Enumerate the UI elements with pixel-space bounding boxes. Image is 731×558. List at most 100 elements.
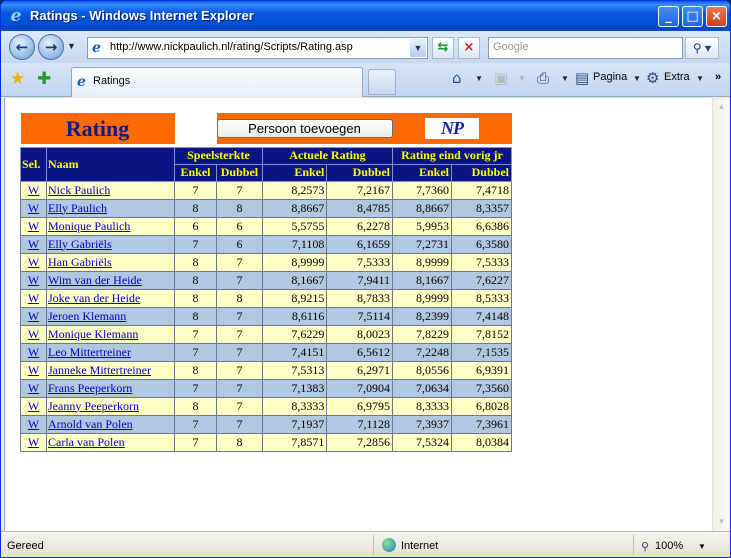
selection-link[interactable]: W: [28, 255, 39, 269]
browser-window: e Ratings - Windows Internet Explorer _ …: [0, 0, 731, 558]
address-dropdown[interactable]: ▼: [410, 39, 426, 57]
forward-button[interactable]: →: [38, 34, 64, 60]
scroll-down-icon[interactable]: ▼: [714, 514, 729, 529]
selection-link[interactable]: W: [28, 399, 39, 413]
selection-link[interactable]: W: [28, 309, 39, 323]
speelsterkte-enkel: 8: [174, 252, 217, 272]
player-name-link[interactable]: Nick Paulich: [48, 183, 110, 197]
actuele-rating-dubbel: 6,5612: [326, 342, 393, 362]
player-name-link[interactable]: Han Gabriëls: [48, 255, 112, 269]
player-name-link[interactable]: Jeanny Peeperkorn: [48, 399, 139, 413]
tools-menu[interactable]: Extra: [664, 71, 690, 83]
player-name-link[interactable]: Arnold van Polen: [48, 417, 133, 431]
back-button[interactable]: ←: [9, 34, 35, 60]
back-arrow-icon: ←: [15, 38, 29, 56]
zoom-dropdown[interactable]: ▼: [698, 542, 706, 551]
address-toolbar: ← → ▼ e http://www.nickpaulich.nl/rating…: [1, 31, 730, 63]
np-logo: NP: [425, 118, 479, 139]
minimize-button[interactable]: _: [658, 6, 679, 27]
zoom-icon: ⚲: [641, 541, 650, 553]
speelsterkte-enkel: 7: [174, 342, 217, 362]
ratings-table: Rating Persoon toevoegen NP Sel. Naam Sp…: [20, 113, 512, 452]
new-tab-button[interactable]: [368, 69, 396, 95]
header-sel: Sel.: [20, 146, 47, 182]
search-button[interactable]: ⚲ ▾: [685, 37, 719, 59]
table-row: W Leo Mittertreiner 7 7 7,4151 6,5612 7,2248 7,…: [20, 342, 512, 362]
table-body: W Nick Paulich 7 7 8,2573 7,2167 7,7360 7,4718 W…: [20, 180, 512, 452]
address-bar[interactable]: e http://www.nickpaulich.nl/rating/Scrip…: [87, 37, 428, 59]
selection-link[interactable]: W: [28, 417, 39, 431]
zoom-level[interactable]: 100%: [655, 540, 683, 552]
print-dropdown[interactable]: ▼: [561, 74, 569, 83]
feeds-dropdown[interactable]: ▼: [518, 74, 526, 83]
maximize-button[interactable]: □: [682, 6, 703, 27]
speelsterkte-enkel: 7: [174, 324, 217, 344]
actuele-rating-dubbel: 7,5333: [326, 252, 393, 272]
page-menu[interactable]: Pagina: [593, 71, 627, 83]
feeds-icon[interactable]: ▣: [494, 69, 508, 87]
table-row: W Han Gabriëls 8 7 8,9999 7,5333 8,9999 7,5333: [20, 252, 512, 272]
speelsterkte-dubbel: 7: [216, 360, 263, 380]
header-vj-dubbel: Dubbel: [451, 163, 512, 182]
player-name-link[interactable]: Monique Klemann: [48, 327, 138, 341]
selection-link[interactable]: W: [28, 201, 39, 215]
table-row: W Jeroen Klemann 8 7 8,6116 7,5114 8,2399 7,414…: [20, 306, 512, 326]
actuele-rating-dubbel: 7,0904: [326, 378, 393, 398]
selection-link[interactable]: W: [28, 219, 39, 233]
search-input[interactable]: Google: [488, 37, 683, 59]
player-name-link[interactable]: Elly Gabriëls: [48, 237, 112, 251]
recent-pages-dropdown[interactable]: ▼: [67, 41, 76, 51]
security-zone[interactable]: Internet: [401, 540, 438, 552]
actuele-rating-dubbel: 6,2278: [326, 216, 393, 236]
player-name-link[interactable]: Frans Peeperkorn: [48, 381, 132, 395]
vorig-jaar-enkel: 8,1667: [392, 270, 452, 290]
favorites-star-icon[interactable]: ★: [10, 69, 25, 89]
selection-link[interactable]: W: [28, 183, 39, 197]
selection-link[interactable]: W: [28, 291, 39, 305]
table-row: W Carla van Polen 7 8 7,8571 7,2856 7,5324 8,03…: [20, 432, 512, 452]
actuele-rating-enkel: 8,8667: [261, 198, 328, 218]
player-name-link[interactable]: Carla van Polen: [48, 435, 125, 449]
selection-link[interactable]: W: [28, 381, 39, 395]
selection-link[interactable]: W: [28, 435, 39, 449]
player-name-link[interactable]: Wim van der Heide: [48, 273, 142, 287]
vertical-scrollbar[interactable]: ▲ ▼: [712, 98, 729, 531]
address-url[interactable]: http://www.nickpaulich.nl/rating/Scripts…: [110, 41, 353, 53]
vorig-jaar-enkel: 7,3937: [392, 414, 452, 434]
player-name-link[interactable]: Jeroen Klemann: [48, 309, 126, 323]
player-name-link[interactable]: Elly Paulich: [48, 201, 107, 215]
player-name-link[interactable]: Joke van der Heide: [48, 291, 140, 305]
selection-link[interactable]: W: [28, 273, 39, 287]
player-name-link[interactable]: Monique Paulich: [48, 219, 130, 233]
more-chevron-icon[interactable]: »: [715, 71, 721, 83]
header-rating-vorig-jaar: Rating eind vorig jr: [392, 146, 512, 165]
actuele-rating-dubbel: 6,2971: [326, 360, 393, 380]
page-menu-dropdown[interactable]: ▼: [633, 74, 641, 83]
print-icon[interactable]: ⎙: [537, 69, 549, 87]
selection-link[interactable]: W: [28, 237, 39, 251]
player-name-link[interactable]: Leo Mittertreiner: [48, 345, 131, 359]
selection-link[interactable]: W: [28, 363, 39, 377]
speelsterkte-dubbel: 7: [216, 414, 263, 434]
selection-link[interactable]: W: [28, 345, 39, 359]
add-person-button[interactable]: Persoon toevoegen: [216, 119, 393, 138]
home-icon[interactable]: ⌂: [452, 69, 462, 87]
logo-cell: NP: [392, 113, 512, 144]
selection-link[interactable]: W: [28, 327, 39, 341]
stop-icon: ×: [463, 40, 475, 55]
tab-toolbar: ★ ✚ e Ratings ⌂ ▼ ▣ ▼ ⎙ ▼ ▤ Pagina ▼ ⚙ E…: [1, 63, 730, 97]
add-favorites-icon[interactable]: ✚: [37, 69, 51, 89]
tools-menu-dropdown[interactable]: ▼: [696, 74, 704, 83]
title-bar[interactable]: e Ratings - Windows Internet Explorer _ …: [1, 1, 730, 31]
close-button[interactable]: ×: [706, 6, 727, 27]
tab-ratings[interactable]: e Ratings: [71, 67, 363, 97]
stop-button[interactable]: ×: [458, 37, 480, 59]
home-dropdown[interactable]: ▼: [475, 74, 483, 83]
speelsterkte-dubbel: 6: [216, 234, 263, 254]
vorig-jaar-enkel: 7,5324: [392, 432, 452, 452]
tab-page-icon: e: [77, 74, 86, 90]
player-name-link[interactable]: Janneke Mittertreiner: [48, 363, 151, 377]
table-row: W Arnold van Polen 7 7 7,1937 7,1128 7,3937 7,3…: [20, 414, 512, 434]
scroll-up-icon[interactable]: ▲: [714, 99, 729, 114]
refresh-button[interactable]: ⇆: [432, 37, 454, 59]
